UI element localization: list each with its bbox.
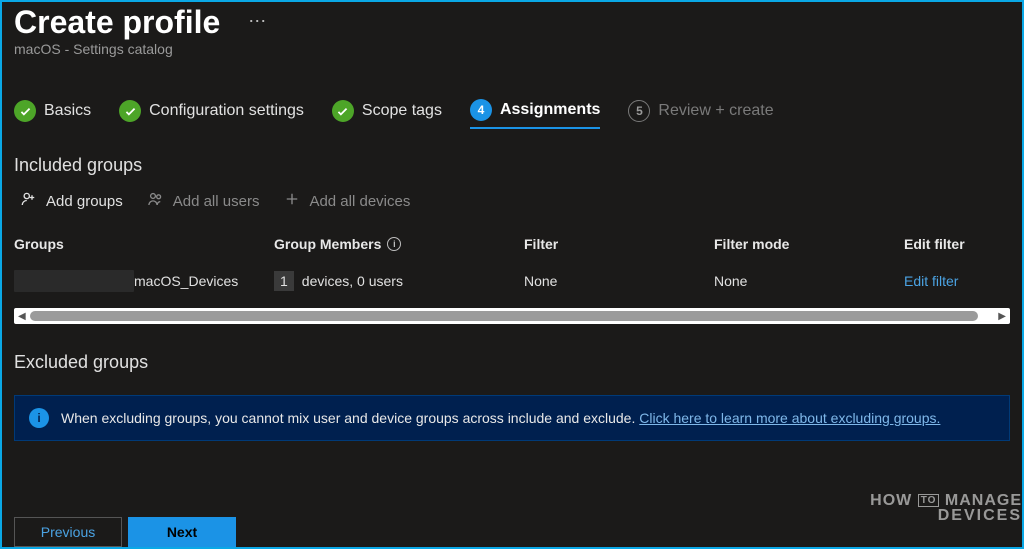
scrollbar-thumb[interactable] <box>30 311 979 321</box>
checkmark-icon <box>14 100 36 122</box>
add-groups-button[interactable]: Add groups <box>20 190 123 212</box>
action-label: Add groups <box>46 193 123 210</box>
watermark: HOW TO MANAGE DEVICES <box>870 493 1022 523</box>
plus-icon <box>283 190 301 212</box>
step-scope-tags[interactable]: Scope tags <box>332 100 442 128</box>
step-assignments[interactable]: 4 Assignments <box>470 99 600 129</box>
included-actions: Add groups Add all users Add all devices <box>14 190 1010 212</box>
info-icon[interactable]: i <box>387 237 401 251</box>
step-number-icon: 4 <box>470 99 492 121</box>
cell-group: macOS_Devices <box>14 270 274 292</box>
checkmark-icon <box>332 100 354 122</box>
step-number-icon: 5 <box>628 100 650 122</box>
add-all-devices-button[interactable]: Add all devices <box>283 190 410 212</box>
next-button[interactable]: Next <box>128 517 236 547</box>
scroll-right-icon[interactable]: ▶ <box>998 311 1006 322</box>
step-label: Assignments <box>500 101 600 119</box>
table-row: macOS_Devices 1 devices, 0 users None No… <box>14 262 1010 300</box>
page-title: Create profile <box>14 4 220 41</box>
step-label: Configuration settings <box>149 102 304 120</box>
included-groups-table: Groups Group Members i Filter Filter mod… <box>14 234 1010 300</box>
stepper: Basics Configuration settings Scope tags… <box>14 99 1010 129</box>
included-groups-heading: Included groups <box>14 155 1010 176</box>
info-icon: i <box>29 408 49 428</box>
step-basics[interactable]: Basics <box>14 100 91 128</box>
horizontal-scrollbar[interactable]: ◀ ▶ <box>14 308 1010 324</box>
cell-group-members: 1 devices, 0 users <box>274 271 524 291</box>
excluded-groups-heading: Excluded groups <box>14 352 1010 373</box>
info-banner: i When excluding groups, you cannot mix … <box>14 395 1010 441</box>
action-label: Add all devices <box>309 193 410 210</box>
col-filter: Filter <box>524 236 714 252</box>
step-label: Scope tags <box>362 102 442 120</box>
cell-filter: None <box>524 273 714 289</box>
banner-text: When excluding groups, you cannot mix us… <box>61 410 639 426</box>
add-user-icon <box>20 190 38 212</box>
step-label: Review + create <box>658 102 773 120</box>
col-edit-filter: Edit filter <box>904 236 1014 252</box>
step-review-create[interactable]: 5 Review + create <box>628 100 773 128</box>
cell-filter-mode: None <box>714 273 904 289</box>
add-all-users-button[interactable]: Add all users <box>147 190 260 212</box>
col-group-members: Group Members i <box>274 236 524 252</box>
edit-filter-link[interactable]: Edit filter <box>904 273 1014 289</box>
more-icon[interactable]: ⋯ <box>248 12 266 30</box>
col-groups: Groups <box>14 236 274 252</box>
previous-button[interactable]: Previous <box>14 517 122 547</box>
learn-more-link[interactable]: Click here to learn more about excluding… <box>639 410 940 426</box>
scroll-left-icon[interactable]: ◀ <box>18 311 26 322</box>
col-filter-mode: Filter mode <box>714 236 904 252</box>
users-icon <box>147 190 165 212</box>
step-label: Basics <box>44 102 91 120</box>
step-configuration-settings[interactable]: Configuration settings <box>119 100 304 128</box>
page-subtitle: macOS - Settings catalog <box>14 41 1010 57</box>
checkmark-icon <box>119 100 141 122</box>
action-label: Add all users <box>173 193 260 210</box>
redacted-text <box>14 270 134 292</box>
